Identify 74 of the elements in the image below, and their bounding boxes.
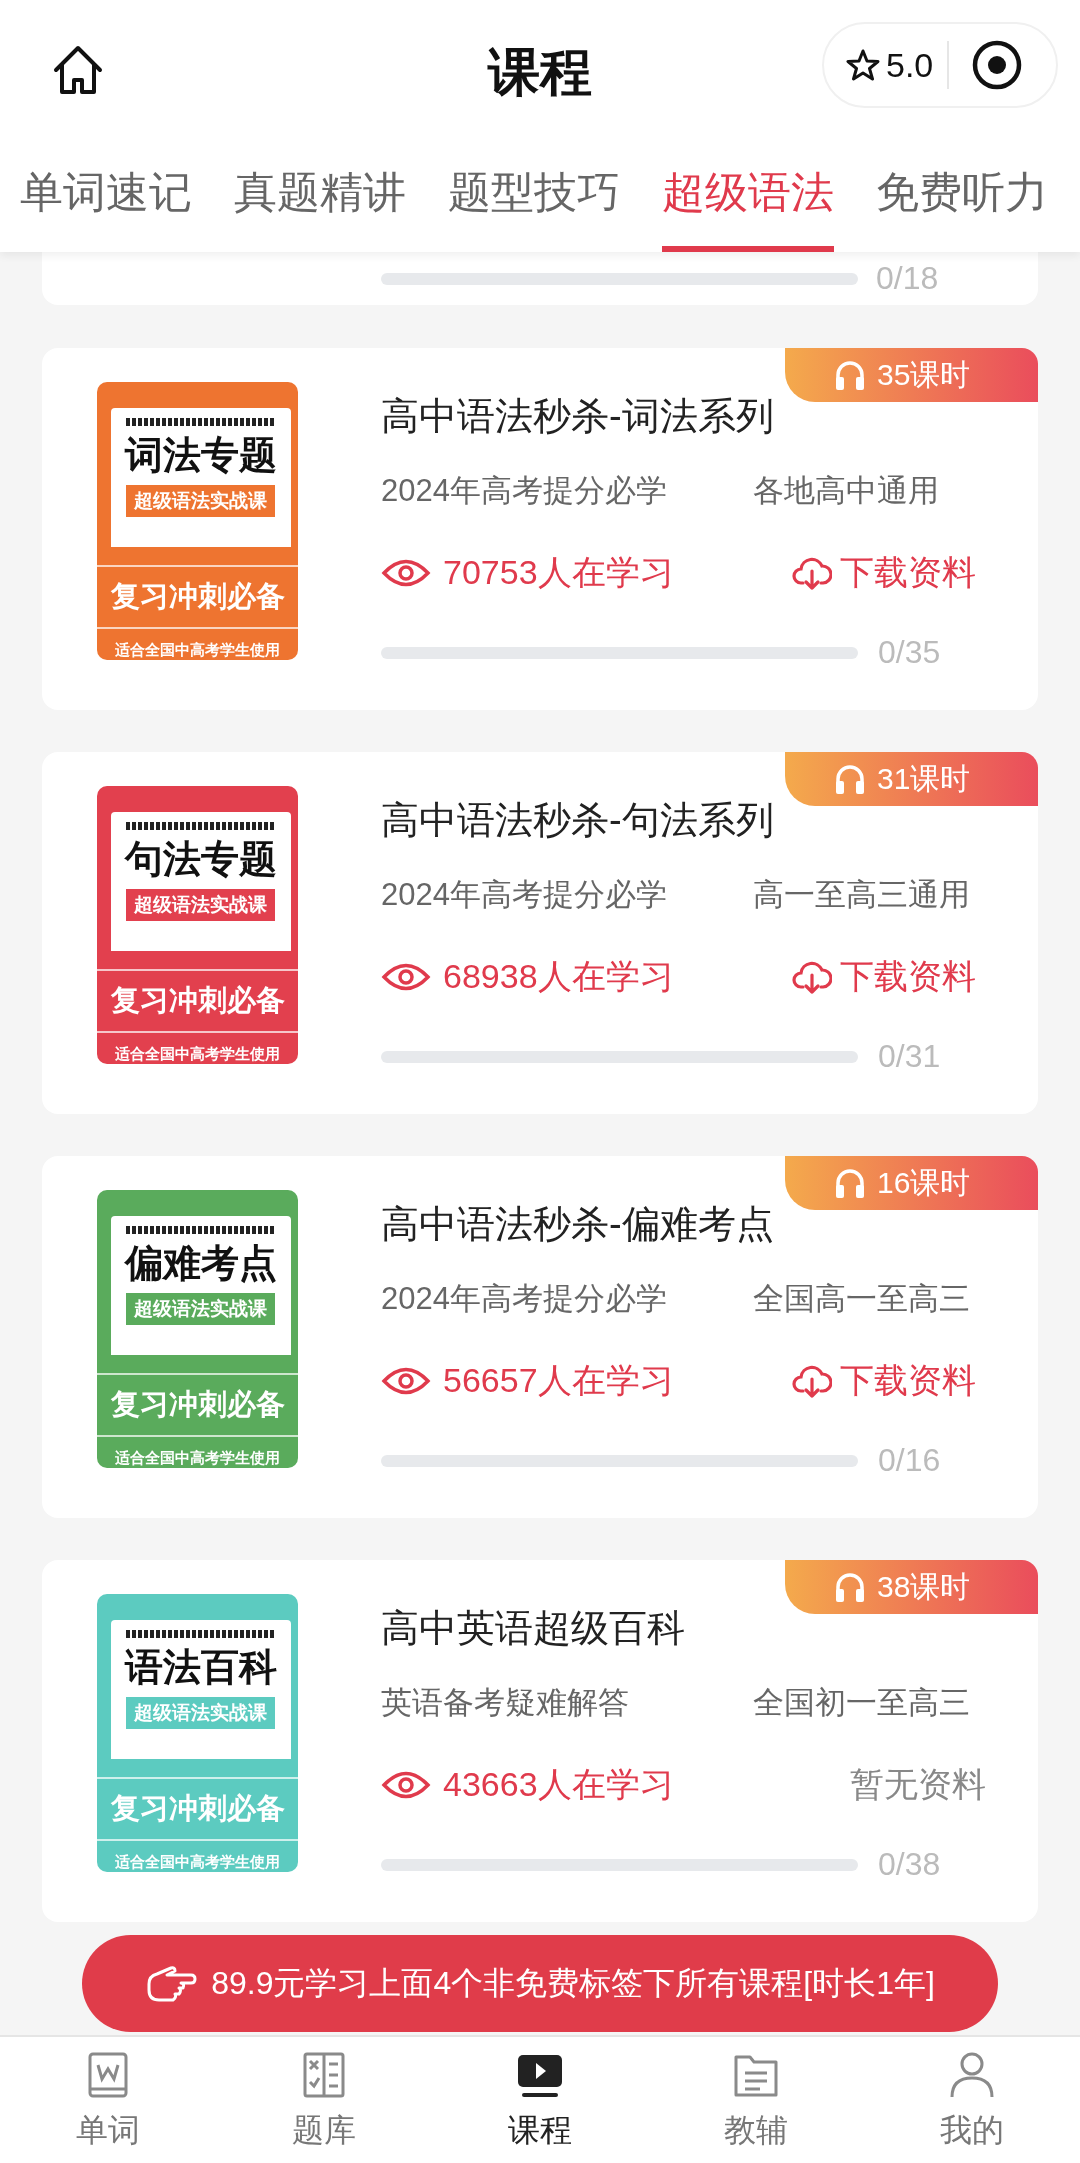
course-tag: 全国初一至高三 bbox=[753, 1682, 970, 1724]
course-tag: 高一至高三通用 bbox=[753, 874, 970, 916]
download-link[interactable]: 下载资料 bbox=[792, 954, 976, 1000]
cloud-download-icon bbox=[792, 1363, 832, 1399]
cloud-download-icon bbox=[792, 959, 832, 995]
cover-title: 语法百科 bbox=[124, 1645, 277, 1690]
rating-score: 5.0 bbox=[886, 45, 934, 85]
cover-note: 适合全国中高考学生使用 bbox=[115, 1449, 280, 1468]
headphones-icon bbox=[833, 1570, 867, 1604]
learner-count: 68938人在学习 bbox=[443, 956, 674, 997]
purchase-button[interactable]: 89.9元学习上面4个非免费标签下所有课程[时长1年] bbox=[82, 1935, 998, 2032]
cover-slogan: 复习冲刺必备 bbox=[97, 969, 298, 1033]
nav-tab[interactable]: 教辅 bbox=[648, 2037, 864, 2163]
progress-count: 0/18 bbox=[876, 260, 939, 297]
cover-subtitle: 超级语法实战课 bbox=[126, 485, 275, 517]
category-tab[interactable]: 真题精讲 bbox=[234, 140, 406, 252]
eye-icon bbox=[381, 1770, 431, 1800]
eye-icon bbox=[381, 962, 431, 992]
course-tag: 2024年高考提分必学 bbox=[381, 470, 753, 512]
cover-note: 适合全国中高考学生使用 bbox=[115, 641, 280, 660]
learner-count: 70753人在学习 bbox=[443, 552, 674, 593]
cover-note: 适合全国中高考学生使用 bbox=[115, 1045, 280, 1064]
star-icon bbox=[846, 48, 880, 82]
course-card[interactable]: 句法专题 超级语法实战课 复习冲刺必备 适合全国中高考学生使用 高中语法秒杀-句法系列 2024年高考提分必学 高一至高三通用 68938人在学习 下载资料 0/31 31课时 bbox=[42, 752, 1038, 1114]
progress-count: 0/35 bbox=[878, 634, 941, 671]
headphones-icon bbox=[833, 358, 867, 392]
course-tag: 英语备考疑难解答 bbox=[381, 1682, 753, 1724]
lesson-count: 31课时 bbox=[877, 760, 971, 797]
course-title: 高中英语超级百科 bbox=[381, 1606, 686, 1651]
cover-title: 句法专题 bbox=[124, 837, 277, 882]
course-card[interactable]: 偏难考点 超级语法实战课 复习冲刺必备 适合全国中高考学生使用 高中语法秒杀-偏难考点 2024年高考提分必学 全国高一至高三 56657人在学习 下载资料 0/16 16课时 bbox=[42, 1156, 1038, 1518]
course-tag: 各地高中通用 bbox=[753, 470, 939, 512]
cloud-download-icon bbox=[792, 555, 832, 591]
nav-tab[interactable]: 题库 bbox=[216, 2037, 432, 2163]
learner-count: 56657人在学习 bbox=[443, 1360, 674, 1401]
headphones-icon bbox=[833, 1166, 867, 1200]
lesson-count: 38课时 bbox=[877, 1568, 971, 1605]
cover-title: 词法专题 bbox=[124, 433, 277, 478]
eye-icon bbox=[381, 1366, 431, 1396]
course-tag: 2024年高考提分必学 bbox=[381, 874, 753, 916]
course-tag: 全国高一至高三 bbox=[753, 1278, 970, 1320]
course-card[interactable]: 语法百科 超级语法实战课 复习冲刺必备 适合全国中高考学生使用 高中英语超级百科 英语备考疑难解答 全国初一至高三 43663人在学习 暂无资料 0/38 38课时 bbox=[42, 1560, 1038, 1922]
progress-count: 0/16 bbox=[878, 1442, 941, 1479]
no-resource-label: 暂无资料 bbox=[850, 1764, 986, 1805]
progress-count: 0/31 bbox=[878, 1038, 941, 1075]
cover-slogan: 复习冲刺必备 bbox=[97, 1373, 298, 1437]
category-tab[interactable]: 题型技巧 bbox=[448, 140, 620, 252]
course-title: 高中语法秒杀-句法系列 bbox=[381, 798, 775, 843]
cover-note: 适合全国中高考学生使用 bbox=[115, 1853, 280, 1872]
course-card[interactable]: 词法专题 超级语法实战课 复习冲刺必备 适合全国中高考学生使用 高中语法秒杀-词法系列 2024年高考提分必学 各地高中通用 70753人在学习 下载资料 0/35 35课时 bbox=[42, 348, 1038, 710]
page-title: 课程 bbox=[486, 42, 593, 103]
cover-title: 偏难考点 bbox=[124, 1241, 277, 1286]
nav-tab[interactable]: 单词 bbox=[0, 2037, 216, 2163]
download-link[interactable]: 下载资料 bbox=[792, 1358, 976, 1404]
progress-count: 0/38 bbox=[878, 1846, 941, 1883]
lesson-count: 16课时 bbox=[877, 1164, 971, 1201]
category-tab[interactable]: 免费听力 bbox=[876, 140, 1048, 252]
headphones-icon bbox=[833, 762, 867, 796]
cover-subtitle: 超级语法实战课 bbox=[126, 1697, 275, 1729]
cover-slogan: 复习冲刺必备 bbox=[97, 565, 298, 629]
course-title: 高中语法秒杀-偏难考点 bbox=[381, 1202, 775, 1247]
download-link[interactable]: 下载资料 bbox=[792, 550, 976, 596]
nav-tab[interactable]: 我的 bbox=[864, 2037, 1080, 2163]
nav-tab[interactable]: 课程 bbox=[432, 2037, 648, 2163]
lesson-count: 35课时 bbox=[877, 356, 971, 393]
cover-subtitle: 超级语法实战课 bbox=[126, 889, 275, 921]
learner-count: 43663人在学习 bbox=[443, 1764, 674, 1805]
target-icon[interactable] bbox=[971, 39, 1024, 91]
cover-subtitle: 超级语法实战课 bbox=[126, 1293, 275, 1325]
course-title: 高中语法秒杀-词法系列 bbox=[381, 394, 775, 439]
course-tag: 2024年高考提分必学 bbox=[381, 1278, 753, 1320]
eye-icon bbox=[381, 558, 431, 588]
cover-slogan: 复习冲刺必备 bbox=[97, 1777, 298, 1841]
category-tab[interactable]: 单词速记 bbox=[20, 140, 192, 252]
